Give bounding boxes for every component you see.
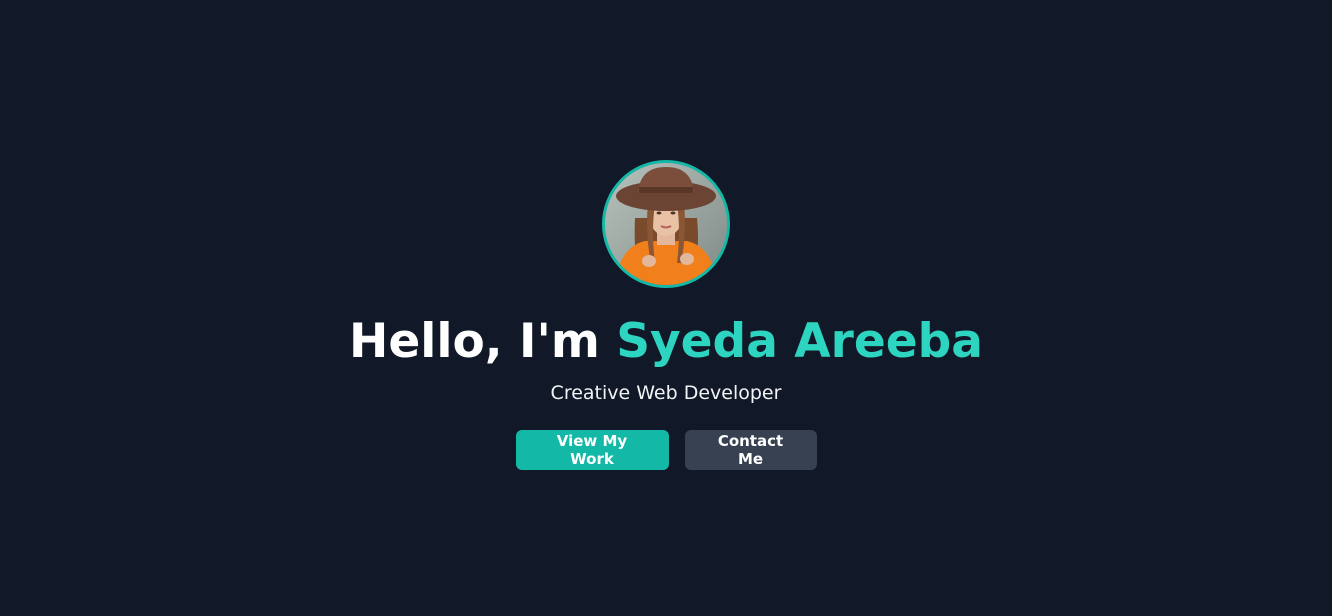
page-title: Hello, I'm Syeda Areeba bbox=[349, 312, 983, 372]
subtitle: Creative Web Developer bbox=[550, 382, 782, 404]
hero-section: Hello, I'm Syeda Areeba Creative Web Dev… bbox=[0, 0, 1332, 616]
contact-me-button[interactable]: Contact Me bbox=[684, 430, 817, 470]
avatar bbox=[602, 160, 730, 288]
hero-actions: View My Work Contact Me bbox=[515, 430, 817, 470]
profile-photo-image bbox=[605, 163, 727, 285]
greeting-text: Hello, I'm bbox=[349, 314, 617, 369]
view-my-work-button[interactable]: View My Work bbox=[515, 430, 669, 470]
name-highlight: Syeda Areeba bbox=[616, 314, 983, 369]
